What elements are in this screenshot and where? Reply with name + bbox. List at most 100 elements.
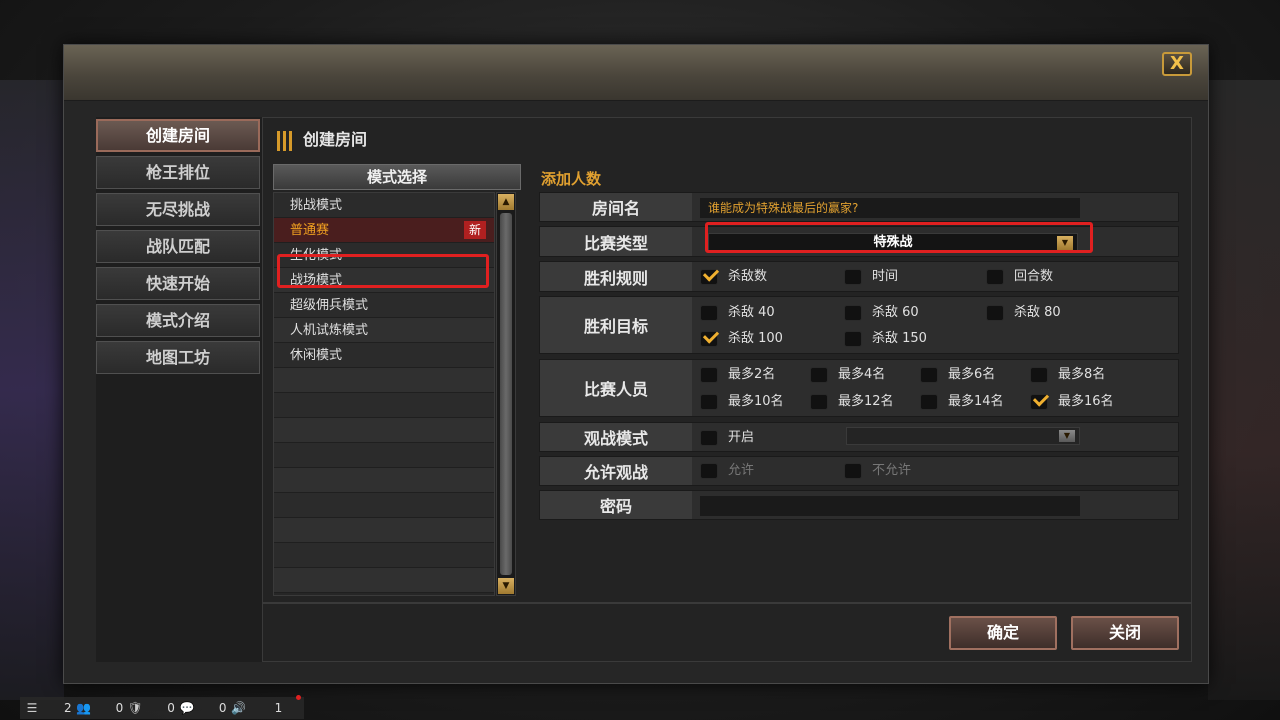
friends-indicator[interactable]: 2 👥 — [64, 701, 92, 715]
checkbox[interactable] — [1030, 393, 1048, 410]
win-rule-kills[interactable]: 杀敌数 — [700, 268, 767, 286]
checkbox[interactable] — [700, 268, 718, 285]
option-label: 杀敌数 — [728, 269, 768, 284]
win-target-label: 胜利目标 — [540, 297, 692, 353]
friends-count: 2 — [64, 701, 72, 715]
chat-icon: 💬 — [179, 701, 195, 715]
background-left — [0, 80, 64, 700]
nav-item-map-workshop[interactable]: 地图工坊 — [96, 341, 260, 374]
checkbox[interactable] — [1030, 366, 1048, 383]
players-4[interactable]: 最多4名 — [810, 366, 885, 384]
create-room-dialog: X 创建房间 枪王排位 无尽挑战 战队匹配 快速开始 模式介绍 地图工坊 创建房… — [63, 44, 1209, 684]
nav-item-endless[interactable]: 无尽挑战 — [96, 193, 260, 226]
settings-title: 添加人数 — [541, 170, 602, 188]
option-label: 开启 — [728, 430, 755, 445]
checkbox[interactable] — [844, 462, 862, 479]
mode-item-mercenary[interactable]: 超级佣兵模式 — [274, 293, 494, 318]
chevron-down-icon[interactable]: ▼ — [1059, 430, 1075, 442]
password-input[interactable] — [700, 496, 1080, 516]
checkbox[interactable] — [810, 393, 828, 410]
nav-item-clan-match[interactable]: 战队匹配 — [96, 230, 260, 263]
win-rule-row: 胜利规则 杀敌数 时间 回合数 — [539, 261, 1179, 292]
main-panel: 创建房间 模式选择 挑战模式 普通赛 新 生化模式 战场模式 超级佣兵模式 人机… — [262, 117, 1192, 662]
checkbox[interactable] — [810, 366, 828, 383]
mode-item-challenge[interactable]: 挑战模式 — [274, 193, 494, 218]
close-icon[interactable]: X — [1162, 52, 1192, 76]
checkbox[interactable] — [844, 268, 862, 285]
shield-indicator[interactable]: 0 🛡 — [116, 701, 144, 715]
players-10[interactable]: 最多10名 — [700, 393, 784, 411]
chat-count: 0 — [167, 701, 175, 715]
notify-indicator[interactable]: 1 — [275, 701, 283, 715]
checkbox[interactable] — [700, 304, 718, 321]
checkbox[interactable] — [844, 330, 862, 347]
scroll-up-icon[interactable]: ▲ — [498, 194, 514, 210]
bottom-taskbar: ☰ 2 👥 0 🛡 0 💬 0 🔊 1 — [20, 697, 304, 719]
players-2[interactable]: 最多2名 — [700, 366, 775, 384]
speaker-icon: 🔊 — [231, 701, 247, 715]
checkbox[interactable] — [700, 462, 718, 479]
checkbox[interactable] — [700, 429, 718, 446]
option-label: 杀敌 80 — [1014, 305, 1061, 320]
spectate-mode-select[interactable]: ▼ — [846, 427, 1080, 445]
option-label: 最多8名 — [1058, 367, 1106, 382]
menu-icon[interactable]: ☰ — [24, 701, 40, 715]
players-6[interactable]: 最多6名 — [920, 366, 995, 384]
spectate-enable[interactable]: 开启 — [700, 429, 754, 447]
win-target-60[interactable]: 杀敌 60 — [844, 304, 919, 322]
room-name-label: 房间名 — [540, 193, 692, 221]
checkbox[interactable] — [986, 268, 1004, 285]
win-rule-time[interactable]: 时间 — [844, 268, 898, 286]
left-nav: 创建房间 枪王排位 无尽挑战 战队匹配 快速开始 模式介绍 地图工坊 — [96, 119, 260, 378]
password-label: 密码 — [540, 491, 692, 519]
players-14[interactable]: 最多14名 — [920, 393, 1004, 411]
allow-spectate-no[interactable]: 不允许 — [844, 462, 911, 480]
room-name-input[interactable]: 谁能成为特殊战最后的赢家? — [700, 198, 1080, 218]
room-name-row: 房间名 谁能成为特殊战最后的赢家? — [539, 192, 1179, 222]
win-target-40[interactable]: 杀敌 40 — [700, 304, 775, 322]
checkbox[interactable] — [700, 330, 718, 347]
match-type-highlight-box — [705, 222, 1093, 253]
list-item — [274, 568, 494, 593]
option-label: 最多6名 — [948, 367, 996, 382]
checkbox[interactable] — [844, 304, 862, 321]
chat-indicator[interactable]: 0 💬 — [167, 701, 195, 715]
option-label: 杀敌 100 — [728, 331, 783, 346]
voice-indicator[interactable]: 0 🔊 — [219, 701, 247, 715]
mode-item-casual[interactable]: 休闲模式 — [274, 343, 494, 368]
players-12[interactable]: 最多12名 — [810, 393, 894, 411]
notification-dot — [296, 695, 301, 700]
win-rule-rounds[interactable]: 回合数 — [986, 268, 1053, 286]
nav-item-create-room[interactable]: 创建房间 — [96, 119, 260, 152]
win-target-100[interactable]: 杀敌 100 — [700, 330, 783, 348]
mode-item-label: 普通赛 — [290, 223, 330, 238]
mode-item-pve[interactable]: 人机试炼模式 — [274, 318, 494, 343]
checkbox[interactable] — [920, 366, 938, 383]
option-label: 最多2名 — [728, 367, 776, 382]
checkbox[interactable] — [986, 304, 1004, 321]
win-target-150[interactable]: 杀敌 150 — [844, 330, 927, 348]
players-8[interactable]: 最多8名 — [1030, 366, 1105, 384]
friends-icon: 👥 — [76, 701, 92, 715]
win-target-80[interactable]: 杀敌 80 — [986, 304, 1061, 322]
option-label: 最多4名 — [838, 367, 886, 382]
checkbox[interactable] — [700, 366, 718, 383]
checkbox[interactable] — [700, 393, 718, 410]
mode-list-scrollbar[interactable]: ▲ ▼ — [496, 192, 516, 596]
nav-item-ranked[interactable]: 枪王排位 — [96, 156, 260, 189]
scroll-thumb[interactable] — [500, 213, 512, 575]
allow-spectate-row: 允许观战 允许 不允许 — [539, 456, 1179, 486]
option-label: 最多14名 — [948, 394, 1004, 409]
close-button[interactable]: 关闭 — [1071, 616, 1179, 650]
players-16[interactable]: 最多16名 — [1030, 393, 1114, 411]
background-right — [1208, 80, 1280, 700]
nav-item-mode-intro[interactable]: 模式介绍 — [96, 304, 260, 337]
new-badge: 新 — [464, 221, 486, 239]
allow-spectate-yes[interactable]: 允许 — [700, 462, 754, 480]
checkbox[interactable] — [920, 393, 938, 410]
confirm-button[interactable]: 确定 — [949, 616, 1057, 650]
scroll-down-icon[interactable]: ▼ — [498, 578, 514, 594]
mode-item-normal[interactable]: 普通赛 新 — [274, 218, 494, 243]
nav-item-quick-start[interactable]: 快速开始 — [96, 267, 260, 300]
list-item — [274, 518, 494, 543]
